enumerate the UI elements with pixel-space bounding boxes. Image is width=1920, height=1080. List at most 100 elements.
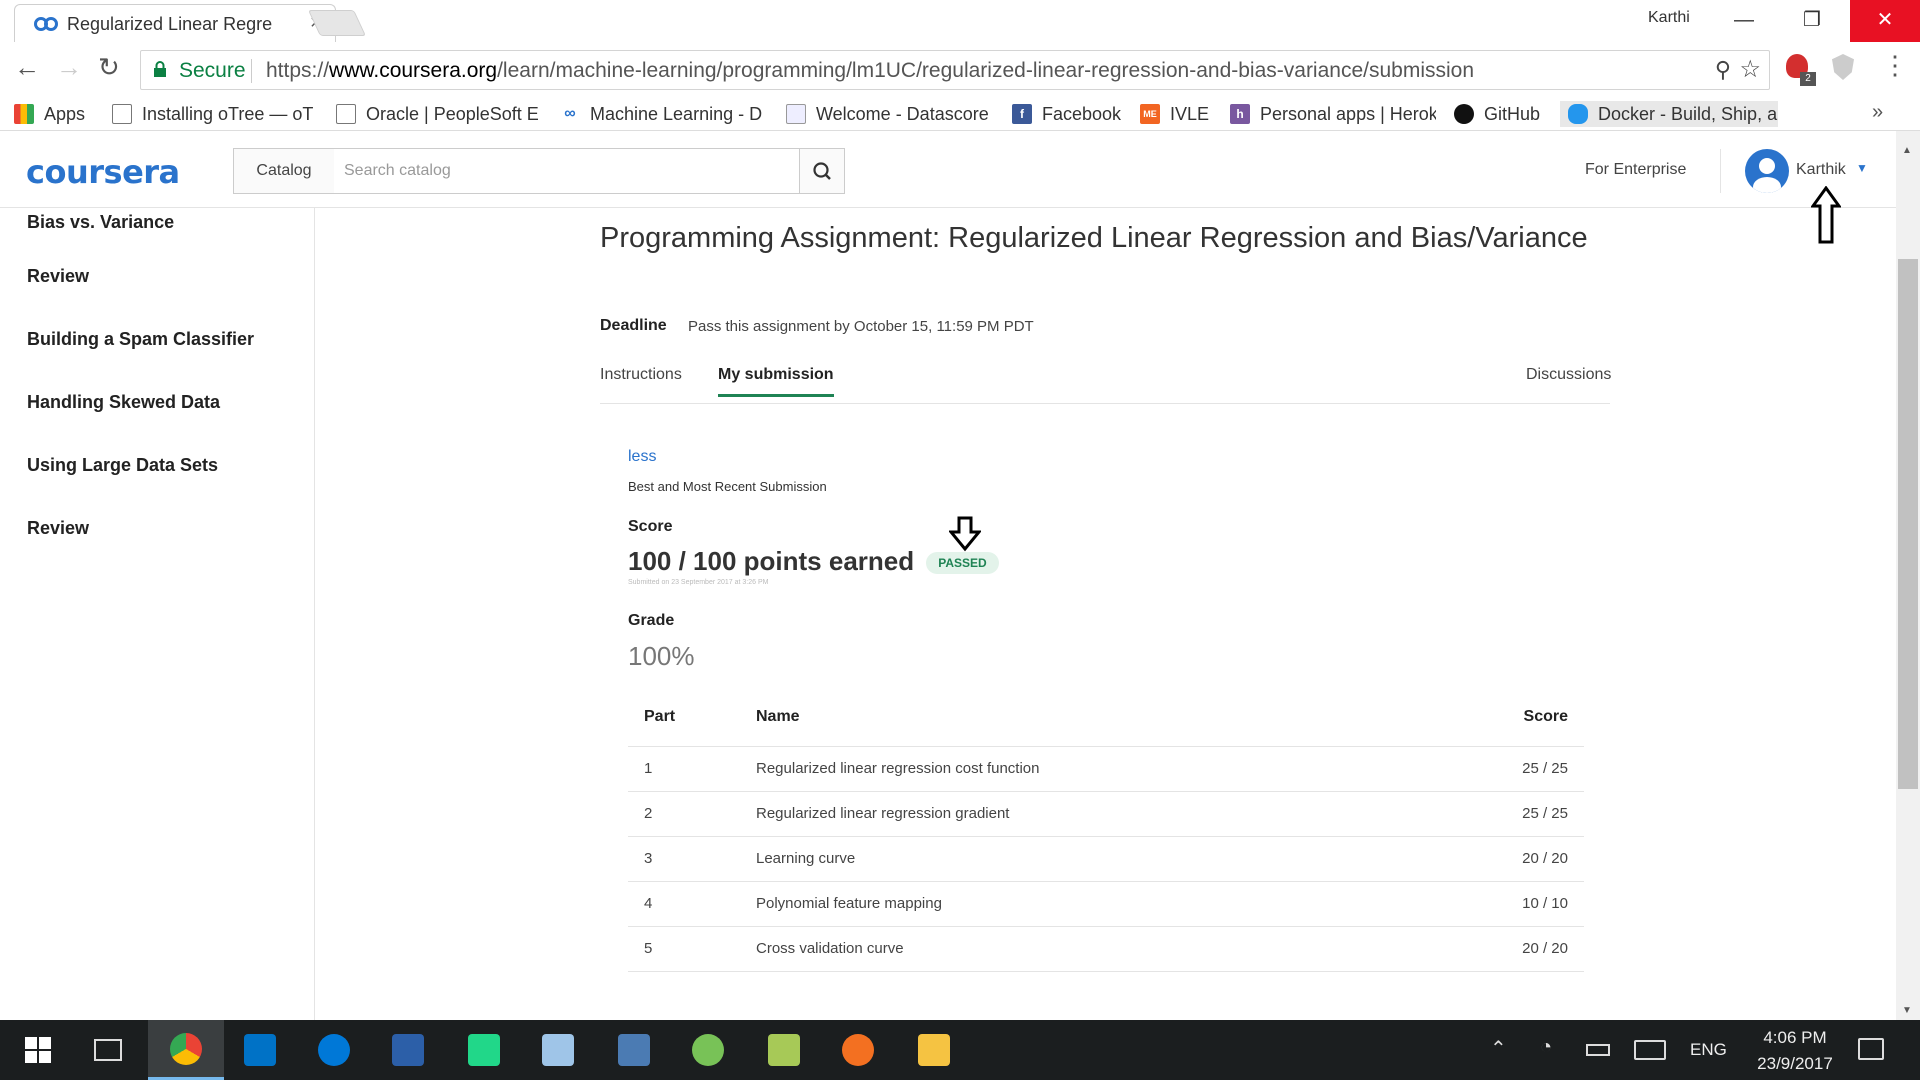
search-icon: [813, 162, 831, 180]
url-text[interactable]: https://www.coursera.org/learn/machine-l…: [266, 59, 1474, 83]
scroll-down-icon[interactable]: ▼: [1902, 1005, 1912, 1016]
sidebar-item-bias-vs-variance[interactable]: Bias vs. Variance: [27, 212, 174, 233]
minimize-icon[interactable]: —: [1716, 0, 1772, 42]
forward-arrow-icon[interactable]: →: [56, 52, 82, 83]
more-bookmarks-icon[interactable]: »: [1872, 101, 1883, 124]
taskbar-maps[interactable]: [296, 1020, 372, 1080]
taskbar-outlook[interactable]: [222, 1020, 298, 1080]
avatar[interactable]: [1745, 149, 1789, 193]
bookmark-label: Installing oTree — oT: [142, 103, 314, 124]
outlook-icon: [244, 1034, 276, 1066]
windows-logo-icon: [25, 1037, 51, 1063]
coursera-logo[interactable]: coursera: [26, 153, 180, 191]
taskbar-android-studio[interactable]: [670, 1020, 746, 1080]
part-number: 5: [628, 926, 756, 972]
browser-toolbar: ← → ↻ Secure https://www.coursera.org/le…: [0, 42, 1920, 97]
bookmark-docker[interactable]: Docker - Build, Ship, a: [1560, 101, 1778, 127]
bookmark-datascore[interactable]: Welcome - Datascore: [786, 101, 992, 127]
sidebar-item-review[interactable]: Review: [27, 266, 89, 287]
zoom-icon[interactable]: ⚲: [1715, 57, 1731, 83]
main-content: Programming Assignment: Regularized Line…: [316, 208, 1896, 1020]
bookmark-ivle[interactable]: ME IVLE: [1140, 101, 1222, 127]
part-name: Regularized linear regression cost funct…: [756, 746, 1406, 792]
taskbar-photo-app[interactable]: [746, 1020, 822, 1080]
user-avatar-icon: [1753, 158, 1781, 193]
wifi-icon[interactable]: ◔: [1540, 1036, 1552, 1059]
browser-tab-strip: Regularized Linear Regre × Karthi — ❐ ✕: [0, 0, 1920, 42]
taskbar-sync-app[interactable]: [820, 1020, 896, 1080]
scroll-up-icon[interactable]: ▲: [1902, 145, 1912, 156]
extension-shield-icon[interactable]: [1832, 54, 1854, 80]
windows-taskbar: ⌃ ◔ ENG 4:06 PM 23/9/2017: [0, 1020, 1920, 1080]
tab-instructions[interactable]: Instructions: [600, 366, 682, 384]
tab-discussions[interactable]: Discussions: [1526, 366, 1611, 384]
folder-icon: [918, 1034, 950, 1066]
window-profile-name[interactable]: Karthi: [1648, 9, 1690, 27]
keyboard-icon[interactable]: [1634, 1040, 1666, 1060]
score-label: Score: [628, 518, 673, 535]
taskbar-pycharm[interactable]: [446, 1020, 522, 1080]
android-studio-icon: [692, 1034, 724, 1066]
bookmark-label: Docker - Build, Ship, a: [1598, 103, 1778, 124]
window-close-icon[interactable]: ✕: [1850, 0, 1920, 42]
sidebar-item-spam-classifier[interactable]: Building a Spam Classifier: [27, 329, 254, 350]
reload-icon[interactable]: ↻: [98, 52, 120, 83]
notification-center-icon[interactable]: [1858, 1038, 1884, 1060]
taskbar-chrome[interactable]: [148, 1020, 224, 1080]
page-icon: [112, 104, 132, 124]
battery-icon[interactable]: [1586, 1044, 1610, 1056]
search-input[interactable]: Search catalog: [334, 148, 800, 194]
tab-my-submission[interactable]: My submission: [718, 366, 834, 397]
bookmark-apps[interactable]: Apps: [14, 101, 96, 127]
bookmark-star-icon[interactable]: ☆: [1739, 55, 1761, 84]
docker-icon: [1568, 104, 1588, 124]
bookmark-otree[interactable]: Installing oTree — oT: [112, 101, 318, 127]
omnibox-divider: [251, 59, 252, 83]
github-icon: [1454, 104, 1474, 124]
taskbar-file-explorer[interactable]: [896, 1020, 972, 1080]
chevron-down-icon[interactable]: ▼: [1856, 161, 1868, 175]
image-editor-icon: [768, 1034, 800, 1066]
part-name: Learning curve: [756, 836, 1406, 882]
bookmark-label: GitHub: [1484, 103, 1541, 124]
sidebar-item-review-2[interactable]: Review: [27, 518, 89, 539]
taskbar-virtualbox[interactable]: [520, 1020, 596, 1080]
bookmark-github[interactable]: GitHub: [1454, 101, 1554, 127]
user-name[interactable]: Karthik: [1796, 161, 1846, 179]
taskbar-matlab[interactable]: [596, 1020, 672, 1080]
back-arrow-icon[interactable]: ←: [14, 52, 40, 83]
matlab-icon: [618, 1034, 650, 1066]
bookmark-facebook[interactable]: f Facebook: [1012, 101, 1124, 127]
language-indicator[interactable]: ENG: [1690, 1040, 1727, 1060]
part-score: 10 / 10: [1406, 881, 1584, 927]
clock-date[interactable]: 23/9/2017: [1745, 1054, 1845, 1074]
less-link[interactable]: less: [628, 448, 656, 466]
bookmark-heroku[interactable]: h Personal apps | Herok: [1230, 101, 1436, 127]
for-enterprise-link[interactable]: For Enterprise: [1585, 161, 1686, 179]
search-button[interactable]: [800, 148, 845, 194]
sidebar-item-skewed-data[interactable]: Handling Skewed Data: [27, 392, 220, 413]
bookmark-label: Apps: [44, 103, 86, 124]
start-button[interactable]: [0, 1020, 76, 1080]
browser-menu-icon[interactable]: ⋮: [1882, 50, 1908, 81]
bookmark-oracle[interactable]: Oracle | PeopleSoft E: [336, 101, 540, 127]
browser-tab-active[interactable]: Regularized Linear Regre ×: [14, 4, 336, 42]
virtualbox-icon: [542, 1034, 574, 1066]
score-value: 100 / 100 points earned: [628, 546, 915, 576]
part-number: 3: [628, 836, 756, 882]
part-number: 4: [628, 881, 756, 927]
header-divider: [1720, 149, 1721, 193]
chrome-icon: [170, 1032, 202, 1065]
task-view-button[interactable]: [70, 1020, 146, 1080]
bookmark-machine-learning[interactable]: ∞ Machine Learning - D: [560, 101, 766, 127]
tray-expand-icon[interactable]: ⌃: [1490, 1036, 1507, 1061]
address-bar[interactable]: Secure https://www.coursera.org/learn/ma…: [140, 50, 1770, 90]
taskbar-powershell[interactable]: [370, 1020, 446, 1080]
clock-time[interactable]: 4:06 PM: [1755, 1028, 1835, 1048]
catalog-button[interactable]: Catalog: [233, 148, 335, 194]
restore-icon[interactable]: ❐: [1784, 0, 1840, 42]
up-arrow-annotation-icon: [1811, 186, 1841, 244]
page-scrollbar[interactable]: ▲ ▼: [1896, 131, 1920, 1020]
sidebar-item-large-data-sets[interactable]: Using Large Data Sets: [27, 455, 218, 476]
scrollbar-thumb[interactable]: [1898, 259, 1918, 789]
